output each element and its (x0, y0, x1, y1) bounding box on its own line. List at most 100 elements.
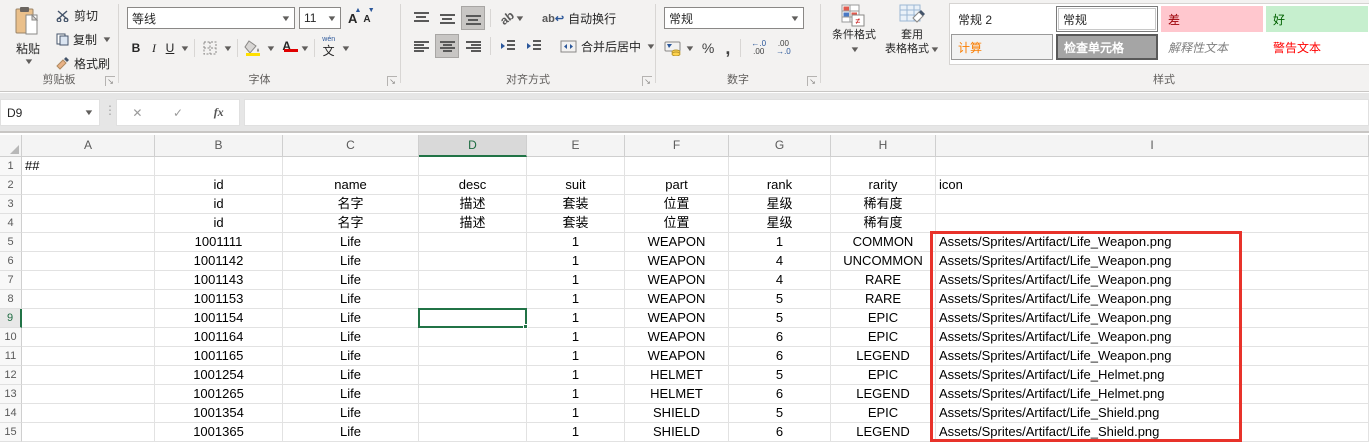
cell-B14[interactable]: 1001354 (155, 404, 283, 423)
cell-G3[interactable]: 星级 (729, 195, 831, 214)
italic-button[interactable]: I (147, 41, 161, 56)
cell-C4[interactable]: 名字 (283, 214, 419, 233)
cell-I11[interactable]: Assets/Sprites/Artifact/Life_Weapon.png (936, 347, 1369, 366)
cell-B12[interactable]: 1001254 (155, 366, 283, 385)
cell-C12[interactable]: Life (283, 366, 419, 385)
cell-I5[interactable]: Assets/Sprites/Artifact/Life_Weapon.png (936, 233, 1369, 252)
cell-B8[interactable]: 1001153 (155, 290, 283, 309)
cell-H8[interactable]: RARE (831, 290, 936, 309)
cell-F3[interactable]: 位置 (625, 195, 729, 214)
cell-I14[interactable]: Assets/Sprites/Artifact/Life_Shield.png (936, 404, 1369, 423)
cell-I8[interactable]: Assets/Sprites/Artifact/Life_Weapon.png (936, 290, 1369, 309)
chevron-down-icon[interactable]: ▼ (265, 44, 276, 53)
cell-G14[interactable]: 5 (729, 404, 831, 423)
cell-B3[interactable]: id (155, 195, 283, 214)
increase-decimal-button[interactable]: ←.0 .00 (748, 40, 769, 56)
cell-A9[interactable] (22, 309, 155, 328)
cell-F15[interactable]: SHIELD (625, 423, 729, 442)
chevron-down-icon[interactable]: ▼ (179, 44, 190, 53)
cell-B15[interactable]: 1001365 (155, 423, 283, 442)
cell-C13[interactable]: Life (283, 385, 419, 404)
cell-C9[interactable]: Life (283, 309, 419, 328)
cell-I1[interactable] (936, 157, 1369, 176)
cell-D8[interactable] (419, 290, 527, 309)
font-dialog-launcher[interactable]: ↘ (387, 76, 397, 86)
cell-C2[interactable]: name (283, 176, 419, 195)
cell-C3[interactable]: 名字 (283, 195, 419, 214)
cell-G9[interactable]: 5 (729, 309, 831, 328)
underline-button[interactable]: U (163, 41, 177, 55)
name-box[interactable]: D9 ▼ (0, 99, 100, 126)
cell-G5[interactable]: 1 (729, 233, 831, 252)
row-header-10[interactable]: 10 (0, 328, 22, 347)
select-all-corner[interactable] (0, 135, 22, 157)
cell-G2[interactable]: rank (729, 176, 831, 195)
chevron-down-icon[interactable]: ▼ (299, 44, 310, 53)
alignment-dialog-launcher[interactable]: ↘ (642, 76, 652, 86)
format-as-table-button[interactable]: 套用 表格格式▼ (883, 4, 941, 56)
enter-button[interactable]: ✓ (173, 106, 183, 120)
cell-G8[interactable]: 5 (729, 290, 831, 309)
style-chip-check[interactable]: 检查单元格 (1056, 34, 1158, 60)
cell-H10[interactable]: EPIC (831, 328, 936, 347)
cell-A1[interactable]: ## (22, 157, 155, 176)
row-header-5[interactable]: 5 (0, 233, 22, 252)
row-header-14[interactable]: 14 (0, 404, 22, 423)
fill-color-button[interactable] (243, 37, 263, 59)
formula-input[interactable] (244, 99, 1369, 126)
cell-E7[interactable]: 1 (527, 271, 625, 290)
cell-F4[interactable]: 位置 (625, 214, 729, 233)
cell-I12[interactable]: Assets/Sprites/Artifact/Life_Helmet.png (936, 366, 1369, 385)
cell-H15[interactable]: LEGEND (831, 423, 936, 442)
cell-C11[interactable]: Life (283, 347, 419, 366)
row-header-9[interactable]: 9 (0, 309, 22, 328)
font-name-select[interactable]: 等线 ▼ (127, 7, 295, 29)
cell-B7[interactable]: 1001143 (155, 271, 283, 290)
style-chip-good[interactable]: 好 (1266, 6, 1368, 32)
comma-style-button[interactable]: , (722, 43, 733, 53)
cell-E11[interactable]: 1 (527, 347, 625, 366)
cell-A5[interactable] (22, 233, 155, 252)
column-header-H[interactable]: H (831, 135, 936, 157)
column-header-D[interactable]: D (419, 135, 527, 157)
cell-E15[interactable]: 1 (527, 423, 625, 442)
cell-A13[interactable] (22, 385, 155, 404)
align-right-button[interactable] (461, 34, 485, 58)
decrease-decimal-button[interactable]: .00 →.0 (773, 40, 794, 56)
cell-H6[interactable]: UNCOMMON (831, 252, 936, 271)
bold-button[interactable]: B (127, 41, 145, 55)
style-chip-warning[interactable]: 警告文本 (1266, 34, 1368, 60)
cell-A12[interactable] (22, 366, 155, 385)
column-header-C[interactable]: C (283, 135, 419, 157)
cell-E6[interactable]: 1 (527, 252, 625, 271)
cell-C15[interactable]: Life (283, 423, 419, 442)
cell-F7[interactable]: WEAPON (625, 271, 729, 290)
cell-F9[interactable]: WEAPON (625, 309, 729, 328)
percent-style-button[interactable]: % (698, 40, 718, 56)
cell-C8[interactable]: Life (283, 290, 419, 309)
column-header-G[interactable]: G (729, 135, 831, 157)
cell-H14[interactable]: EPIC (831, 404, 936, 423)
number-format-select[interactable]: 常规 ▼ (664, 7, 804, 29)
cell-B11[interactable]: 1001165 (155, 347, 283, 366)
row-header-7[interactable]: 7 (0, 271, 22, 290)
cell-G13[interactable]: 6 (729, 385, 831, 404)
decrease-indent-button[interactable] (496, 34, 520, 58)
cell-A7[interactable] (22, 271, 155, 290)
cell-D11[interactable] (419, 347, 527, 366)
cell-G6[interactable]: 4 (729, 252, 831, 271)
cell-E4[interactable]: 套装 (527, 214, 625, 233)
cell-G4[interactable]: 星级 (729, 214, 831, 233)
cell-I4[interactable] (936, 214, 1369, 233)
cell-E3[interactable]: 套装 (527, 195, 625, 214)
cell-D1[interactable] (419, 157, 527, 176)
number-dialog-launcher[interactable]: ↘ (807, 76, 817, 86)
cell-G10[interactable]: 6 (729, 328, 831, 347)
cell-G7[interactable]: 4 (729, 271, 831, 290)
cell-E5[interactable]: 1 (527, 233, 625, 252)
paste-button[interactable]: 粘贴 ▼ (6, 6, 50, 70)
row-header-4[interactable]: 4 (0, 214, 22, 233)
cell-I13[interactable]: Assets/Sprites/Artifact/Life_Helmet.png (936, 385, 1369, 404)
cell-E9[interactable]: 1 (527, 309, 625, 328)
cell-I7[interactable]: Assets/Sprites/Artifact/Life_Weapon.png (936, 271, 1369, 290)
